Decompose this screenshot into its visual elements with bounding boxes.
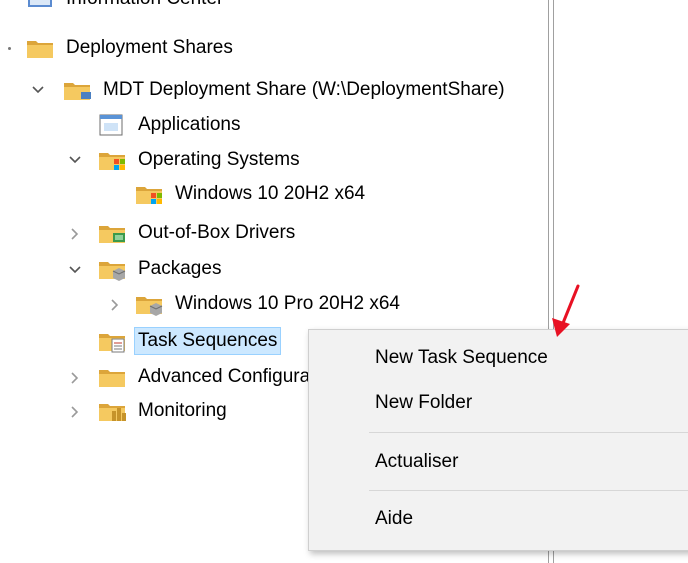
chevron-right-icon[interactable] [67,226,83,242]
tree-item-information-center[interactable]: Information Center [26,0,227,16]
menu-item-new-task-sequence[interactable]: New Task Sequence [375,347,548,369]
tree-item-packages[interactable]: Packages [98,252,225,286]
advanced-configuration-folder-icon [98,365,128,389]
drivers-icon [98,221,128,245]
menu-separator [369,490,688,491]
task-sequences-icon [98,329,128,353]
windows-image-icon [135,182,165,206]
tree-item-label: Operating Systems [138,149,300,170]
chevron-down-icon[interactable] [30,82,46,98]
tree-item-monitoring[interactable]: Monitoring [98,394,231,428]
context-menu: New Task Sequence New Folder Actualiser … [308,329,688,551]
menu-item-help[interactable]: Aide [375,508,413,530]
tree-item-label: Packages [138,258,222,279]
deployment-shares-folder-icon [26,36,56,60]
information-center-icon [26,0,56,11]
tree-connector-dot [8,47,11,50]
tree-item-deployment-shares[interactable]: Deployment Shares [26,31,237,65]
tree-item-label: Information Center [62,0,227,13]
chevron-right-icon[interactable] [67,370,83,386]
tree-item-mdt-deployment-share[interactable]: MDT Deployment Share (W:\DeploymentShare… [63,73,509,107]
menu-item-new-folder[interactable]: New Folder [375,392,472,414]
tree-item-operating-systems[interactable]: Operating Systems [98,143,304,177]
monitoring-icon [98,399,128,423]
applications-icon [98,113,128,137]
tree-item-label: Windows 10 Pro 20H2 x64 [175,293,400,314]
tree-item-label: Deployment Shares [66,37,233,58]
chevron-right-icon[interactable] [67,404,83,420]
tree-item-applications[interactable]: Applications [98,108,244,142]
tree-item-label: Windows 10 20H2 x64 [175,183,366,204]
tree-item-windows-10-os[interactable]: Windows 10 20H2 x64 [135,177,369,211]
menu-separator [369,432,688,433]
tree-item-label: Monitoring [138,400,227,421]
tree-item-task-sequences[interactable]: Task Sequences [98,324,282,358]
tree-item-out-of-box-drivers[interactable]: Out-of-Box Drivers [98,216,299,250]
packages-icon [98,257,128,281]
chevron-down-icon[interactable] [67,152,83,168]
tree-item-label: Task Sequences [134,327,282,355]
deployment-share-icon [63,78,93,102]
chevron-right-icon[interactable] [107,297,123,313]
operating-systems-icon [98,148,128,172]
annotation-arrow-icon [552,284,580,337]
chevron-down-icon[interactable] [67,262,83,278]
tree-item-label: Applications [138,114,241,135]
menu-item-refresh[interactable]: Actualiser [375,451,458,473]
tree-item-label: MDT Deployment Share (W:\DeploymentShare… [103,79,505,100]
package-icon [135,292,165,316]
tree-item-label: Out-of-Box Drivers [138,222,296,243]
tree-item-windows-10-pro-package[interactable]: Windows 10 Pro 20H2 x64 [135,287,404,321]
